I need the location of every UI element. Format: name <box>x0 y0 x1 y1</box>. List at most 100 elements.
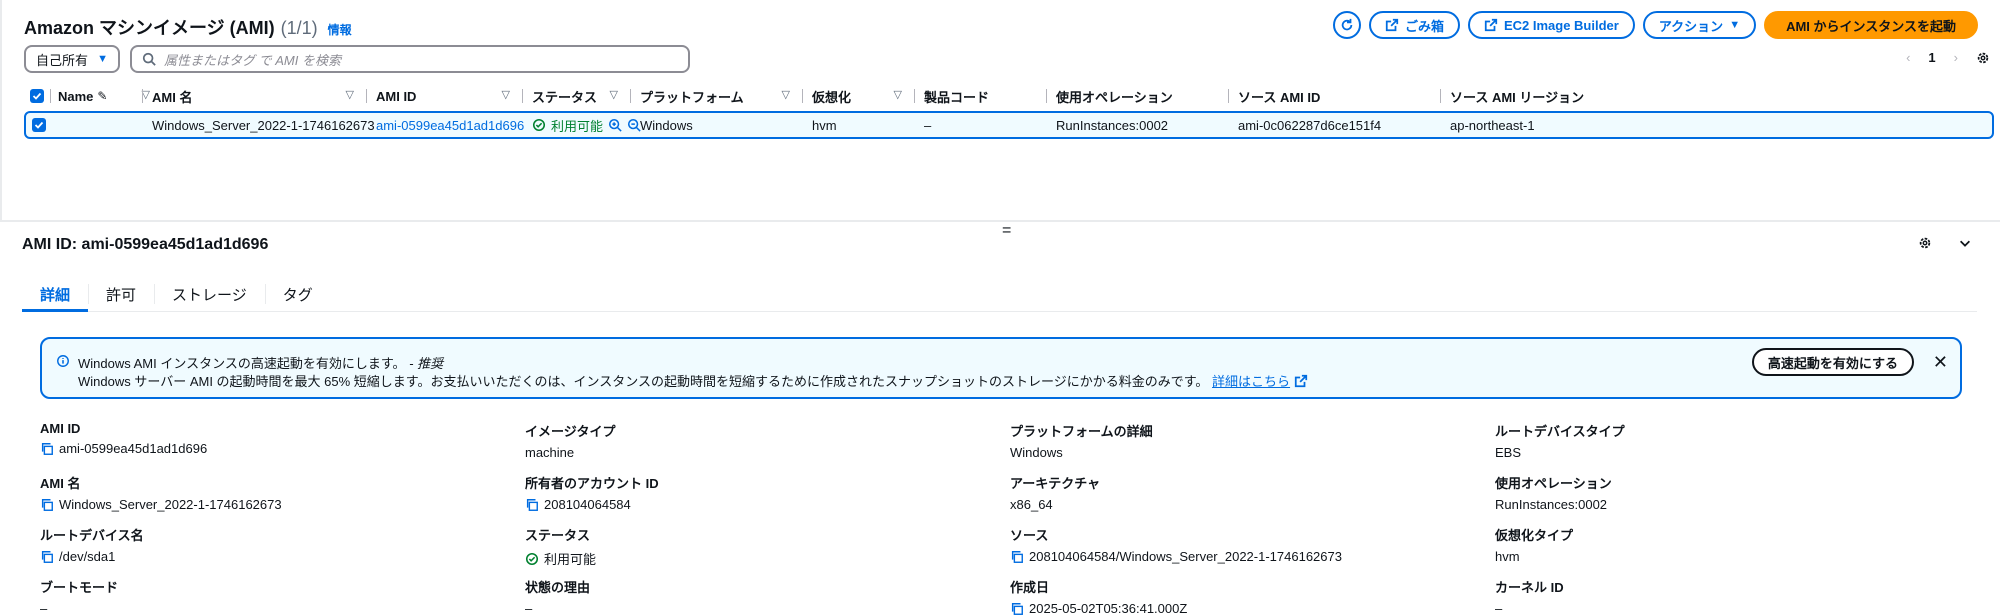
column-source-ami-id[interactable]: ソース AMI ID <box>1228 84 1440 108</box>
field-usage-operation: 使用オペレーション RunInstances:0002 <box>1495 473 1955 512</box>
drag-handle-icon[interactable]: = <box>1002 222 1011 240</box>
alert-body-text: Windows サーバー AMI の起動時間を最大 65% 短縮します。お支払い… <box>78 374 1209 389</box>
search-icon <box>142 52 156 66</box>
trash-label: ごみ箱 <box>1404 18 1444 34</box>
page-title: Amazon マシンイメージ (AMI) <box>24 18 275 38</box>
image-builder-button[interactable]: EC2 Image Builder <box>1467 11 1635 39</box>
cell-source-region: ap-northeast-1 <box>1450 117 1535 133</box>
column-virtualization[interactable]: 仮想化 ▽ <box>802 84 914 108</box>
copy-icon[interactable] <box>525 498 539 512</box>
field-ami-name: AMI 名 Windows_Server_2022-1-1746162673 <box>40 473 500 512</box>
next-page-icon[interactable]: › <box>1954 50 1958 65</box>
cell-product-code: – <box>924 117 932 133</box>
sort-icon[interactable]: ▽ <box>346 88 354 101</box>
column-label: 使用オペレーション <box>1056 89 1173 105</box>
field-value: RunInstances:0002 <box>1495 497 1608 512</box>
column-usage-operation[interactable]: 使用オペレーション <box>1046 84 1228 108</box>
table-row[interactable]: Windows_Server_2022-1-1746162673 ami-059… <box>24 111 1994 139</box>
detail-tools <box>1918 236 1972 250</box>
status-text: 利用可能 <box>551 118 604 134</box>
copy-icon[interactable] <box>1010 550 1024 564</box>
image-builder-label: EC2 Image Builder <box>1503 17 1619 33</box>
column-ami-name[interactable]: AMI 名 ▽ <box>142 84 366 108</box>
cell-ami-id-link[interactable]: ami-0599ea45d1ad1d696 <box>376 113 524 137</box>
row-checkbox[interactable] <box>32 113 46 137</box>
column-label: ソース AMI ID <box>1238 89 1321 105</box>
field-state-reason: 状態の理由 – <box>525 577 985 616</box>
field-status: ステータス 利用可能 <box>525 525 985 568</box>
gear-icon[interactable] <box>1976 51 1990 65</box>
search-input[interactable]: 属性またはタグ で AMI を検索 <box>130 45 690 73</box>
owner-filter-value: 自己所有 <box>36 52 89 68</box>
panel-splitter[interactable] <box>0 220 2000 222</box>
sort-icon[interactable]: ▽ <box>610 88 618 101</box>
close-icon[interactable]: ✕ <box>1933 352 1948 373</box>
column-label: ステータス <box>532 89 598 105</box>
owner-filter-select[interactable]: 自己所有 ▼ <box>24 45 120 73</box>
zoom-in-icon[interactable] <box>608 118 622 132</box>
column-ami-id[interactable]: AMI ID ▽ <box>366 84 522 108</box>
field-architecture: アーキテクチャ x86_64 <box>1010 473 1470 512</box>
tab-tags[interactable]: タグ <box>264 278 331 312</box>
enable-fast-launch-button[interactable]: 高速起動を有効にする <box>1751 348 1914 376</box>
field-ami-id: AMI ID ami-0599ea45d1ad1d696 <box>40 421 500 456</box>
cell-source-ami-id: ami-0c062287d6ce151f4 <box>1238 117 1382 133</box>
sort-icon[interactable]: ▽ <box>894 88 902 101</box>
field-root-device-type: ルートデバイスタイプ EBS <box>1495 421 1955 460</box>
copy-icon[interactable] <box>1010 602 1024 616</box>
search-placeholder: 属性またはタグ で AMI を検索 <box>164 52 341 68</box>
copy-icon[interactable] <box>40 498 54 512</box>
ami-list-panel: Amazon マシンイメージ (AMI) (1/1) 情報 ごみ箱 EC2 Im… <box>0 0 2000 220</box>
alert-body: Windows サーバー AMI の起動時間を最大 65% 短縮します。お支払い… <box>78 371 1308 390</box>
column-source-region[interactable]: ソース AMI リージョン <box>1440 84 1700 108</box>
field-value: Windows <box>1010 445 1063 460</box>
prev-page-icon[interactable]: ‹ <box>1906 50 1910 65</box>
select-all-checkbox[interactable] <box>30 84 50 108</box>
sort-icon[interactable]: ▽ <box>782 88 790 101</box>
column-product-code[interactable]: 製品コード <box>914 84 1046 108</box>
page-header: Amazon マシンイメージ (AMI) (1/1) 情報 <box>24 14 352 40</box>
filter-bar: 自己所有 ▼ 属性またはタグ で AMI を検索 <box>24 45 690 73</box>
info-link[interactable]: 情報 <box>328 21 352 38</box>
field-label: ソース <box>1010 528 1049 543</box>
copy-icon[interactable] <box>40 550 54 564</box>
page-number[interactable]: 1 <box>1928 50 1935 65</box>
field-image-type: イメージタイプ machine <box>525 421 985 460</box>
gear-icon[interactable] <box>1918 236 1932 250</box>
detail-title: AMI ID: ami-0599ea45d1ad1d696 <box>22 236 269 253</box>
field-value: 利用可能 <box>544 552 597 567</box>
tab-permissions[interactable]: 許可 <box>88 278 154 312</box>
table-header: Name ✎ ▽ AMI 名 ▽ AMI ID ▽ ステータス ▽ プラットフォ… <box>24 84 1994 108</box>
column-name[interactable]: Name ✎ ▽ <box>50 84 150 108</box>
column-label: プラットフォーム <box>640 89 744 105</box>
field-label: 仮想化タイプ <box>1495 528 1574 543</box>
launch-instance-button[interactable]: AMI からインスタンスを起動 <box>1764 11 1978 39</box>
toolbar: ごみ箱 EC2 Image Builder アクション ▼ AMI からインスタ… <box>1332 11 1978 39</box>
zoom-out-icon[interactable] <box>627 118 641 132</box>
actions-dropdown[interactable]: アクション ▼ <box>1642 11 1757 39</box>
alert-heading-text: Windows AMI インスタンスの高速起動を有効にします。 <box>78 356 406 371</box>
tab-details[interactable]: 詳細 <box>22 278 89 312</box>
selection-count: (1/1) <box>280 18 318 38</box>
field-value: 2025-05-02T05:36:41.000Z <box>1029 601 1188 616</box>
field-creation-date: 作成日 2025-05-02T05:36:41.000Z <box>1010 577 1470 616</box>
info-icon <box>57 355 69 367</box>
caret-down-icon: ▼ <box>97 53 108 65</box>
field-label: 状態の理由 <box>525 580 591 595</box>
learn-more-link[interactable]: 詳細はこちら <box>1212 374 1290 389</box>
external-link-icon <box>1385 18 1399 32</box>
checkbox[interactable] <box>32 118 46 132</box>
tab-storage[interactable]: ストレージ <box>154 278 265 312</box>
sort-icon[interactable]: ▽ <box>502 88 510 101</box>
field-value: hvm <box>1495 549 1520 564</box>
copy-icon[interactable] <box>40 442 54 456</box>
refresh-button[interactable] <box>1332 11 1361 39</box>
trash-button[interactable]: ごみ箱 <box>1368 11 1460 39</box>
column-platform[interactable]: プラットフォーム ▽ <box>630 84 802 108</box>
field-value: ami-0599ea45d1ad1d696 <box>59 441 208 456</box>
column-label: AMI ID <box>376 88 417 104</box>
chevron-down-icon[interactable] <box>1958 236 1972 250</box>
checkbox[interactable] <box>30 89 44 103</box>
column-status[interactable]: ステータス ▽ <box>522 84 630 108</box>
detail-tabs: 詳細 許可 ストレージ タグ <box>22 278 1977 312</box>
